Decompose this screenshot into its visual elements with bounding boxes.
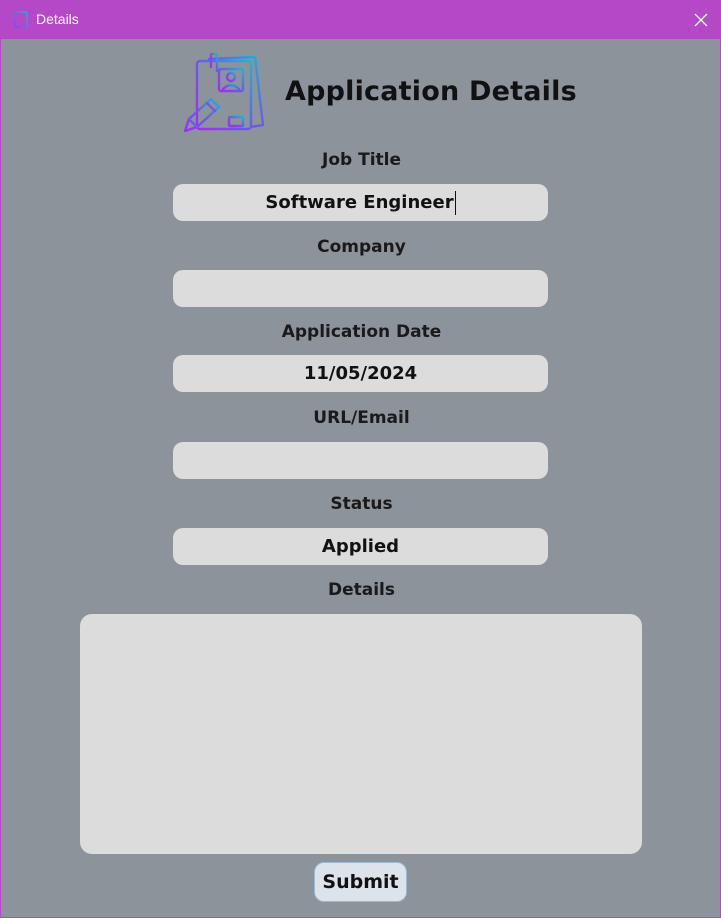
application-date-input[interactable]: 11/05/2024 [173, 355, 548, 392]
company-input[interactable] [173, 270, 548, 307]
url-email-label: URL/Email [313, 408, 410, 428]
job-title-value: Software Engineer [265, 192, 454, 213]
job-title-label: Job Title [322, 150, 401, 170]
close-icon [694, 13, 708, 27]
submit-button[interactable]: Submit [314, 862, 407, 902]
application-date-label: Application Date [281, 322, 442, 342]
details-window: Details Application Details Job Title So… [0, 0, 721, 918]
details-textarea[interactable] [80, 614, 642, 854]
close-button[interactable] [688, 7, 714, 33]
titlebar: Details [1, 1, 721, 39]
status-value: Applied [321, 536, 400, 557]
app-icon [14, 11, 28, 28]
job-title-input[interactable]: Software Engineer [173, 184, 548, 221]
details-label: Details [327, 580, 395, 600]
status-select[interactable]: Applied [173, 528, 548, 565]
resume-document-icon [183, 53, 265, 133]
url-email-input[interactable] [173, 442, 548, 479]
window-title: Details [36, 11, 79, 27]
company-label: Company [317, 237, 406, 257]
page-title: Application Details [285, 76, 577, 107]
text-caret [454, 190, 456, 215]
status-label: Status [330, 494, 393, 514]
application-date-value: 11/05/2024 [303, 363, 418, 384]
